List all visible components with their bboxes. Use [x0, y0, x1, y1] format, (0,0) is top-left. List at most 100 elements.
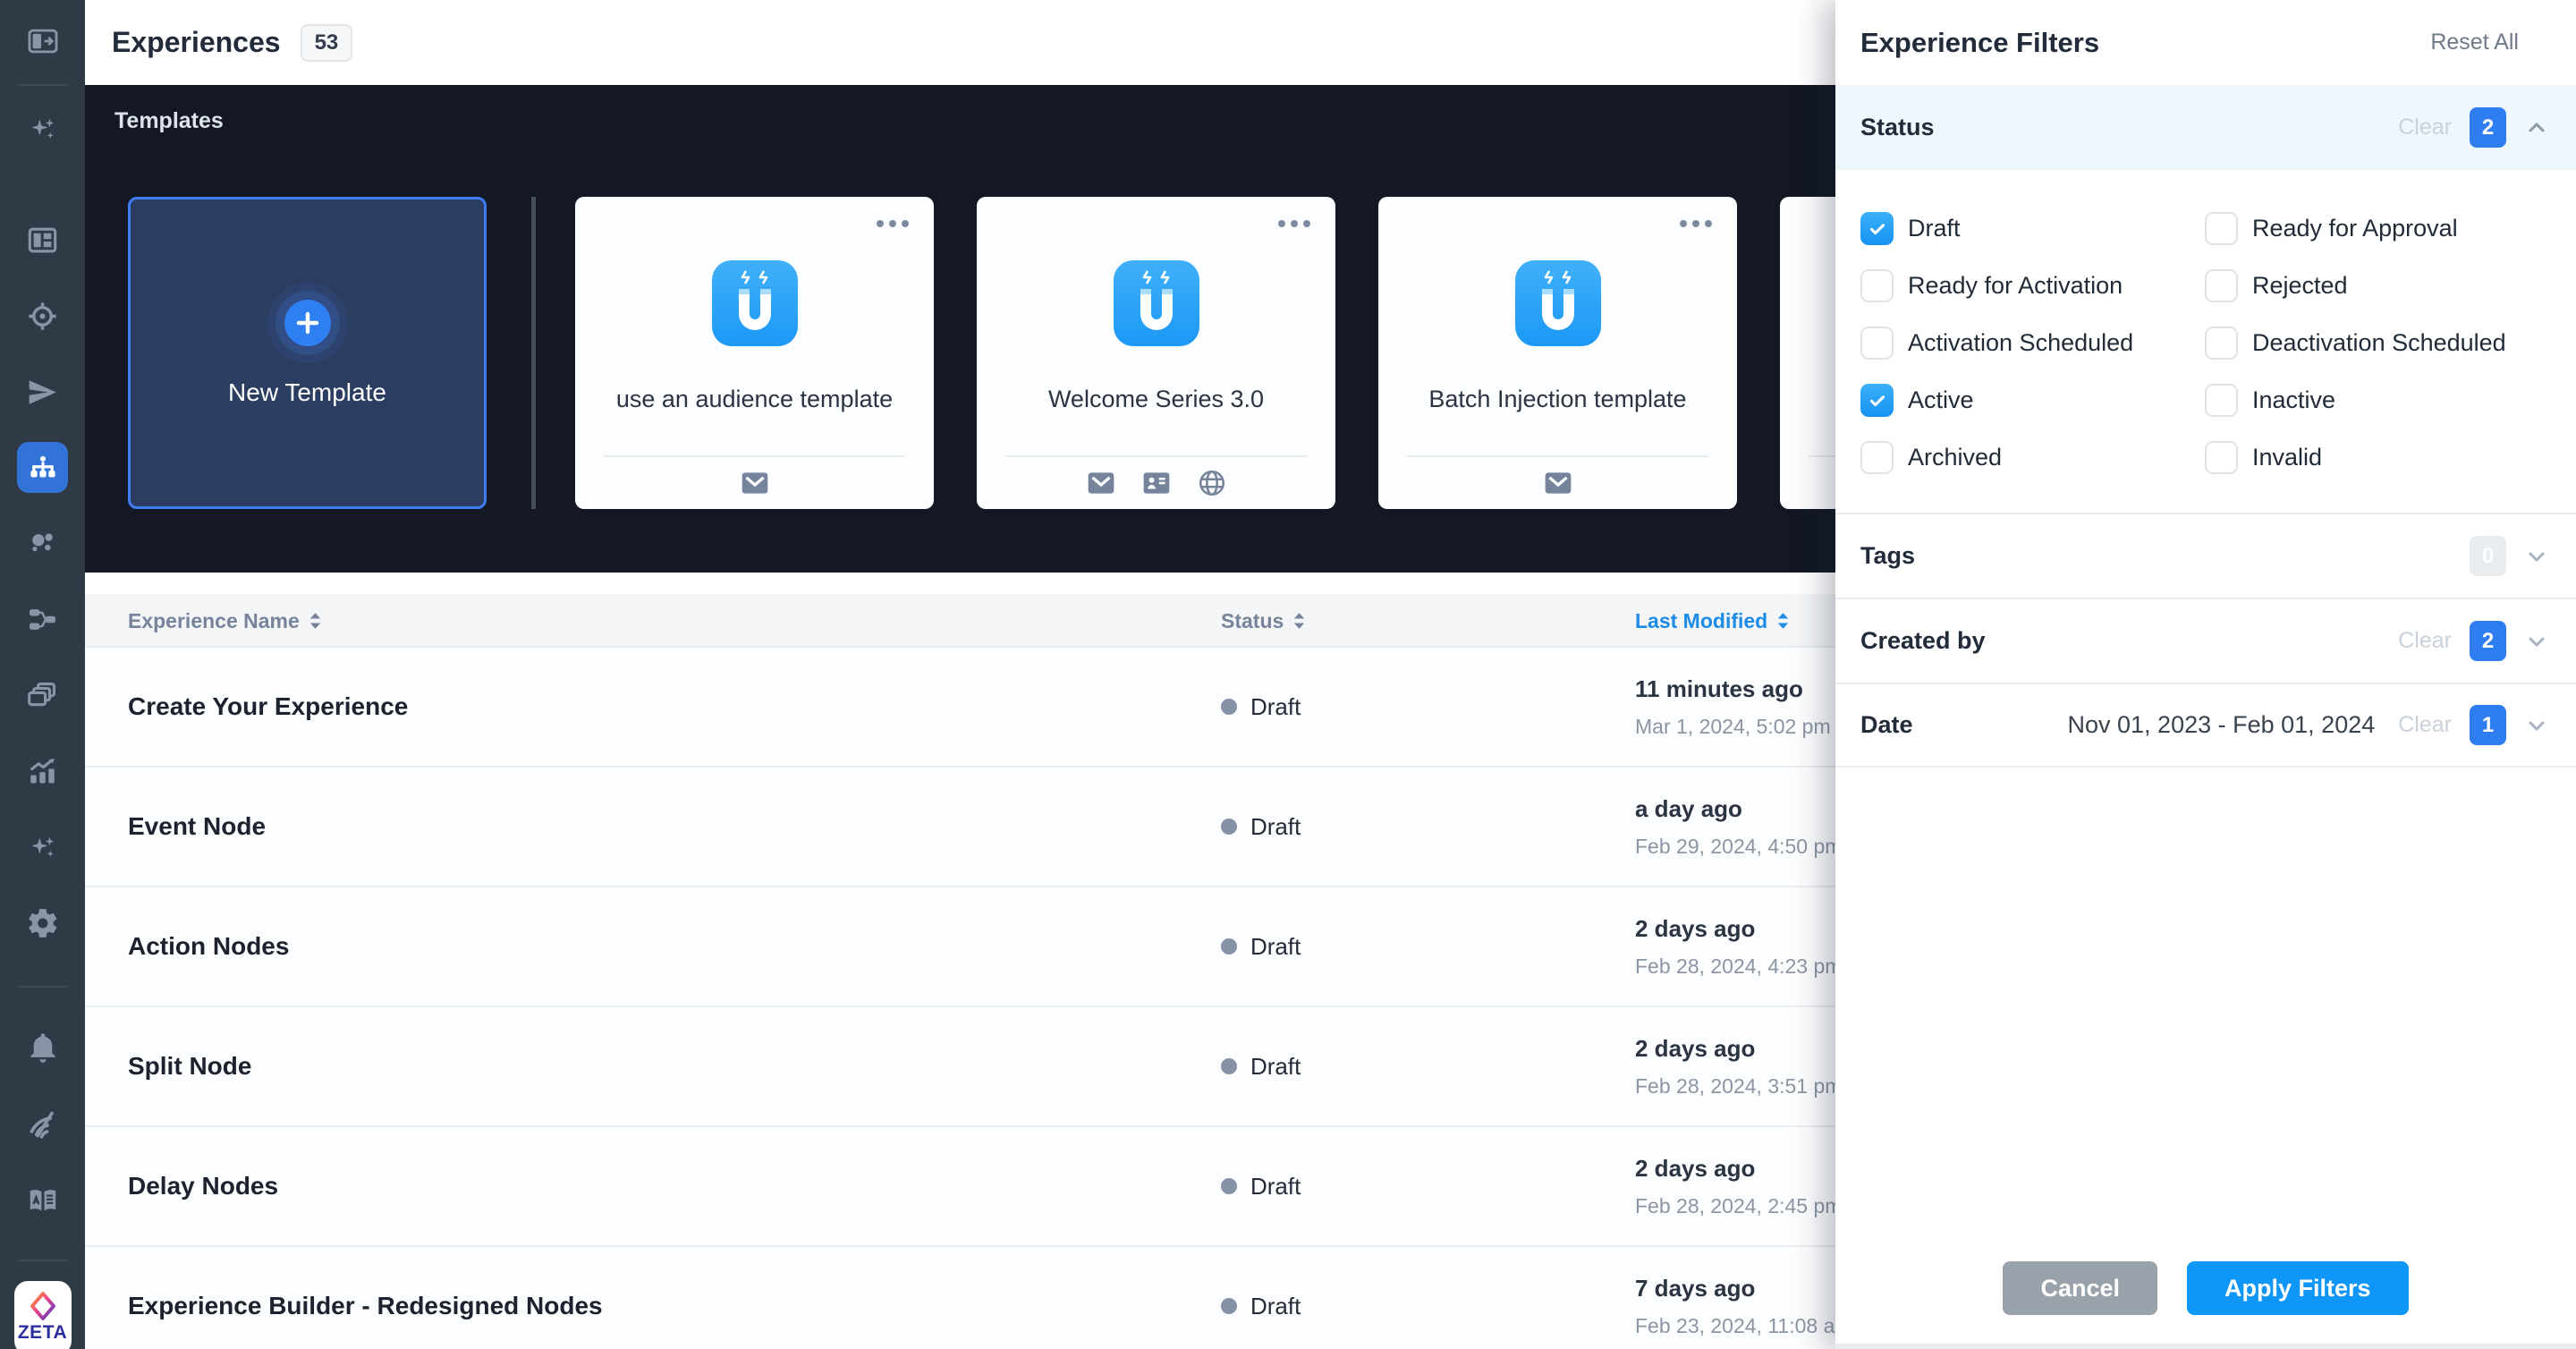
date-section-label: Date	[1860, 711, 1913, 739]
created-by-section-header[interactable]: Created by Clear 2	[1835, 598, 2576, 683]
status-dot-icon	[1221, 1298, 1237, 1314]
glossary-book-icon[interactable]	[25, 1183, 61, 1218]
filter-option-label: Ready for Approval	[2252, 215, 2458, 242]
filter-option-label: Inactive	[2252, 386, 2335, 414]
contact-card-icon	[1141, 470, 1172, 496]
filter-option-ready-for-approval[interactable]: Ready for Approval	[2205, 212, 2558, 245]
email-icon	[1086, 470, 1116, 496]
column-header-experience-name[interactable]: Experience Name	[128, 594, 322, 648]
filter-option-archived[interactable]: Archived	[1860, 441, 2205, 474]
checkbox-checked-icon[interactable]	[1860, 384, 1894, 417]
status-label: Draft	[1250, 813, 1301, 841]
filter-option-invalid[interactable]: Invalid	[2205, 441, 2558, 474]
card-channels	[575, 457, 934, 509]
filter-option-deactivation-scheduled[interactable]: Deactivation Scheduled	[2205, 327, 2558, 360]
checkbox-unchecked-icon[interactable]	[2205, 384, 2238, 417]
date-clear-button[interactable]: Clear	[2398, 712, 2452, 738]
filter-option-label: Archived	[1908, 444, 2002, 471]
notifications-bell-icon[interactable]	[25, 1031, 61, 1066]
column-label: Last Modified	[1635, 609, 1767, 633]
template-card[interactable]: use an audience template	[575, 197, 934, 509]
status-label: Draft	[1250, 1173, 1301, 1201]
chevron-down-icon[interactable]	[2524, 544, 2549, 569]
flow-split-icon[interactable]	[25, 601, 61, 637]
plus-icon[interactable]	[284, 300, 331, 346]
card-menu-icon[interactable]	[1278, 220, 1310, 227]
experience-name: Action Nodes	[128, 887, 289, 1005]
stacked-layers-icon[interactable]	[25, 677, 61, 713]
column-label: Experience Name	[128, 609, 300, 633]
chevron-down-icon[interactable]	[2524, 713, 2549, 738]
column-header-status[interactable]: Status	[1221, 594, 1306, 648]
status-dot-icon	[1221, 1178, 1237, 1194]
apply-filters-button[interactable]: Apply Filters	[2187, 1261, 2409, 1315]
filter-option-active[interactable]: Active	[1860, 384, 2205, 417]
template-card[interactable]: Batch Injection template	[1378, 197, 1737, 509]
status-section-header[interactable]: Status Clear 2	[1835, 85, 2576, 170]
dashboard-layout-icon[interactable]	[25, 222, 61, 258]
template-card-title: Batch Injection template	[1428, 386, 1686, 413]
filters-title: Experience Filters	[1860, 27, 2099, 59]
tags-section-header[interactable]: Tags 0	[1835, 513, 2576, 598]
filter-option-draft[interactable]: Draft	[1860, 212, 2205, 245]
target-icon[interactable]	[25, 298, 61, 334]
filter-option-label: Activation Scheduled	[1908, 329, 2133, 357]
status-dot-icon	[1221, 1058, 1237, 1074]
sparkles-icon[interactable]	[25, 111, 61, 147]
settings-gear-icon[interactable]	[25, 905, 61, 941]
sidebar-collapse-icon[interactable]	[25, 23, 61, 59]
status-clear-button[interactable]: Clear	[2398, 115, 2452, 140]
sort-icon	[309, 612, 322, 630]
magnet-icon	[1515, 260, 1601, 346]
analytics-chart-icon[interactable]	[25, 753, 61, 789]
filter-option-rejected[interactable]: Rejected	[2205, 269, 2558, 302]
zeta-logo-text: ZETA	[18, 1322, 67, 1344]
new-template-card[interactable]: New Template	[128, 197, 487, 509]
template-card[interactable]: Welcome Series 3.0	[977, 197, 1335, 509]
reset-all-button[interactable]: Reset All	[2430, 30, 2519, 55]
filter-option-inactive[interactable]: Inactive	[2205, 384, 2558, 417]
status-label: Draft	[1250, 933, 1301, 961]
template-card-title: Welcome Series 3.0	[1048, 386, 1264, 413]
signals-icon[interactable]	[25, 1107, 61, 1142]
checkbox-unchecked-icon[interactable]	[1860, 441, 1894, 474]
filter-option-ready-for-activation[interactable]: Ready for Activation	[1860, 269, 2205, 302]
status-options-grid: Draft Ready for Approval Ready for Activ…	[1835, 170, 2576, 513]
experience-name: Event Node	[128, 768, 266, 886]
checkbox-unchecked-icon[interactable]	[2205, 212, 2238, 245]
tags-count-badge: 0	[2470, 536, 2506, 576]
date-section-header[interactable]: Date Nov 01, 2023 - Feb 01, 2024 Clear 1	[1835, 683, 2576, 768]
checkbox-unchecked-icon[interactable]	[2205, 441, 2238, 474]
card-menu-icon[interactable]	[877, 220, 909, 227]
experiences-count-badge: 53	[301, 24, 353, 62]
checkbox-unchecked-icon[interactable]	[1860, 327, 1894, 360]
card-menu-icon[interactable]	[1680, 220, 1712, 227]
chevron-up-icon[interactable]	[2524, 115, 2549, 140]
templates-divider	[531, 197, 536, 509]
column-header-last-modified[interactable]: Last Modified	[1635, 594, 1790, 648]
created-by-section-label: Created by	[1860, 627, 1986, 655]
zeta-logo[interactable]: ZETA	[14, 1281, 72, 1349]
checkbox-unchecked-icon[interactable]	[1860, 269, 1894, 302]
status-dot-icon	[1221, 938, 1237, 954]
filter-option-label: Ready for Activation	[1908, 272, 2123, 300]
experience-name: Create Your Experience	[128, 648, 408, 766]
status-count-badge: 2	[2470, 107, 2506, 148]
card-channels	[977, 457, 1335, 509]
experience-name: Split Node	[128, 1007, 251, 1125]
send-icon[interactable]	[25, 374, 61, 410]
filter-option-label: Rejected	[2252, 272, 2348, 300]
status-dot-icon	[1221, 699, 1237, 715]
checkbox-unchecked-icon[interactable]	[2205, 327, 2238, 360]
cancel-button[interactable]: Cancel	[2003, 1261, 2157, 1315]
magnet-icon	[1114, 260, 1199, 346]
sidebar-item-experiences-active[interactable]	[17, 442, 68, 493]
panel-footer-line	[1835, 1344, 2576, 1349]
sparkles-icon[interactable]	[25, 829, 61, 865]
checkbox-unchecked-icon[interactable]	[2205, 269, 2238, 302]
chevron-down-icon[interactable]	[2524, 629, 2549, 654]
created-by-clear-button[interactable]: Clear	[2398, 628, 2452, 654]
audience-bubbles-icon[interactable]	[25, 525, 61, 561]
checkbox-checked-icon[interactable]	[1860, 212, 1894, 245]
filter-option-activation-scheduled[interactable]: Activation Scheduled	[1860, 327, 2205, 360]
